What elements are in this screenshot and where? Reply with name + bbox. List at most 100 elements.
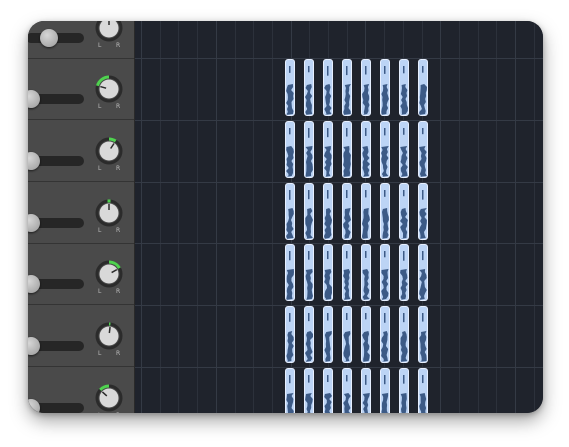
channel-strip: LR xyxy=(28,182,134,244)
audio-clip[interactable] xyxy=(361,306,371,363)
volume-fader-handle[interactable] xyxy=(28,337,40,355)
channel-strip: LR xyxy=(28,305,134,367)
audio-clip[interactable] xyxy=(323,368,333,413)
audio-clip[interactable] xyxy=(380,121,390,178)
volume-fader-handle[interactable] xyxy=(40,29,58,47)
audio-clip[interactable] xyxy=(399,59,409,116)
mixer-panel: LRLRLRLRLRLRLR xyxy=(28,21,135,413)
audio-clip[interactable] xyxy=(361,368,371,413)
audio-clip[interactable] xyxy=(399,368,409,413)
audio-clip[interactable] xyxy=(418,368,428,413)
pan-knob[interactable] xyxy=(95,384,123,412)
audio-clip[interactable] xyxy=(342,121,352,178)
grid-line xyxy=(459,21,460,413)
track-divider xyxy=(135,305,543,306)
channel-strip: LR xyxy=(28,58,134,120)
grid-line xyxy=(496,21,497,413)
audio-clip[interactable] xyxy=(361,183,371,240)
grid-line xyxy=(216,21,217,413)
pan-knob[interactable] xyxy=(95,137,123,165)
audio-clip[interactable] xyxy=(304,183,314,240)
arrangement-timeline[interactable] xyxy=(135,21,543,413)
volume-fader-handle[interactable] xyxy=(28,275,40,293)
grid-line xyxy=(272,21,273,413)
pan-left-label: L xyxy=(98,227,102,234)
audio-clip[interactable] xyxy=(399,306,409,363)
pan-right-label: R xyxy=(116,350,121,357)
track-divider xyxy=(135,243,543,244)
track-divider xyxy=(135,182,543,183)
channel-strip: LR xyxy=(28,21,134,59)
audio-clip[interactable] xyxy=(285,244,295,301)
track-divider xyxy=(135,120,543,121)
audio-clip[interactable] xyxy=(323,183,333,240)
channel-strip: LR xyxy=(28,120,134,182)
audio-clip[interactable] xyxy=(285,121,295,178)
grid-line xyxy=(178,21,179,413)
pan-knob[interactable] xyxy=(95,21,123,42)
audio-clip[interactable] xyxy=(380,306,390,363)
audio-clip[interactable] xyxy=(304,368,314,413)
audio-clip[interactable] xyxy=(418,183,428,240)
pan-right-label: R xyxy=(116,165,121,172)
audio-clip[interactable] xyxy=(285,368,295,413)
pan-knob[interactable] xyxy=(95,75,123,103)
pan-left-label: L xyxy=(98,350,102,357)
audio-clip[interactable] xyxy=(399,183,409,240)
audio-clip[interactable] xyxy=(380,368,390,413)
grid-line xyxy=(160,21,161,413)
audio-clip[interactable] xyxy=(342,244,352,301)
audio-clip[interactable] xyxy=(399,244,409,301)
pan-right-label: R xyxy=(116,412,120,413)
grid-line xyxy=(253,21,254,413)
grid-line xyxy=(534,21,535,413)
grid-line xyxy=(515,21,516,413)
volume-fader-handle[interactable] xyxy=(28,152,40,170)
audio-clip[interactable] xyxy=(304,121,314,178)
audio-clip[interactable] xyxy=(380,59,390,116)
daw-window: LRLRLRLRLRLRLR xyxy=(28,21,543,413)
audio-clip[interactable] xyxy=(418,244,428,301)
pan-right-label: R xyxy=(116,42,121,49)
audio-clip[interactable] xyxy=(342,306,352,363)
audio-clip[interactable] xyxy=(323,59,333,116)
audio-clip[interactable] xyxy=(418,121,428,178)
volume-fader-handle[interactable] xyxy=(28,214,40,232)
channel-strip: LR xyxy=(28,243,134,305)
grid-line xyxy=(235,21,236,413)
audio-clip[interactable] xyxy=(361,59,371,116)
audio-clip[interactable] xyxy=(285,59,295,116)
audio-clip[interactable] xyxy=(323,244,333,301)
audio-clip[interactable] xyxy=(304,59,314,116)
audio-clip[interactable] xyxy=(304,244,314,301)
audio-clip[interactable] xyxy=(380,183,390,240)
audio-clip[interactable] xyxy=(323,121,333,178)
pan-right-label: R xyxy=(116,288,121,295)
grid-line xyxy=(440,21,441,413)
audio-clip[interactable] xyxy=(380,244,390,301)
volume-fader-handle[interactable] xyxy=(28,90,40,108)
audio-clip[interactable] xyxy=(285,183,295,240)
audio-clip[interactable] xyxy=(342,59,352,116)
audio-clip[interactable] xyxy=(361,244,371,301)
audio-clip[interactable] xyxy=(342,368,352,413)
volume-fader-handle[interactable] xyxy=(28,399,40,413)
pan-left-label: L xyxy=(98,288,102,295)
audio-clip[interactable] xyxy=(323,306,333,363)
pan-left-label: L xyxy=(98,103,102,110)
grid-line xyxy=(478,21,479,413)
audio-clip[interactable] xyxy=(285,306,295,363)
audio-clip[interactable] xyxy=(361,121,371,178)
track-divider xyxy=(135,367,543,368)
grid-line xyxy=(197,21,198,413)
pan-right-label: R xyxy=(116,227,121,234)
audio-clip[interactable] xyxy=(342,183,352,240)
audio-clip[interactable] xyxy=(399,121,409,178)
audio-clip[interactable] xyxy=(418,59,428,116)
audio-clip[interactable] xyxy=(418,306,428,363)
pan-knob[interactable] xyxy=(95,322,123,350)
pan-left-label: L xyxy=(98,42,102,49)
audio-clip[interactable] xyxy=(304,306,314,363)
pan-knob[interactable] xyxy=(95,260,123,288)
pan-knob[interactable] xyxy=(95,199,123,227)
